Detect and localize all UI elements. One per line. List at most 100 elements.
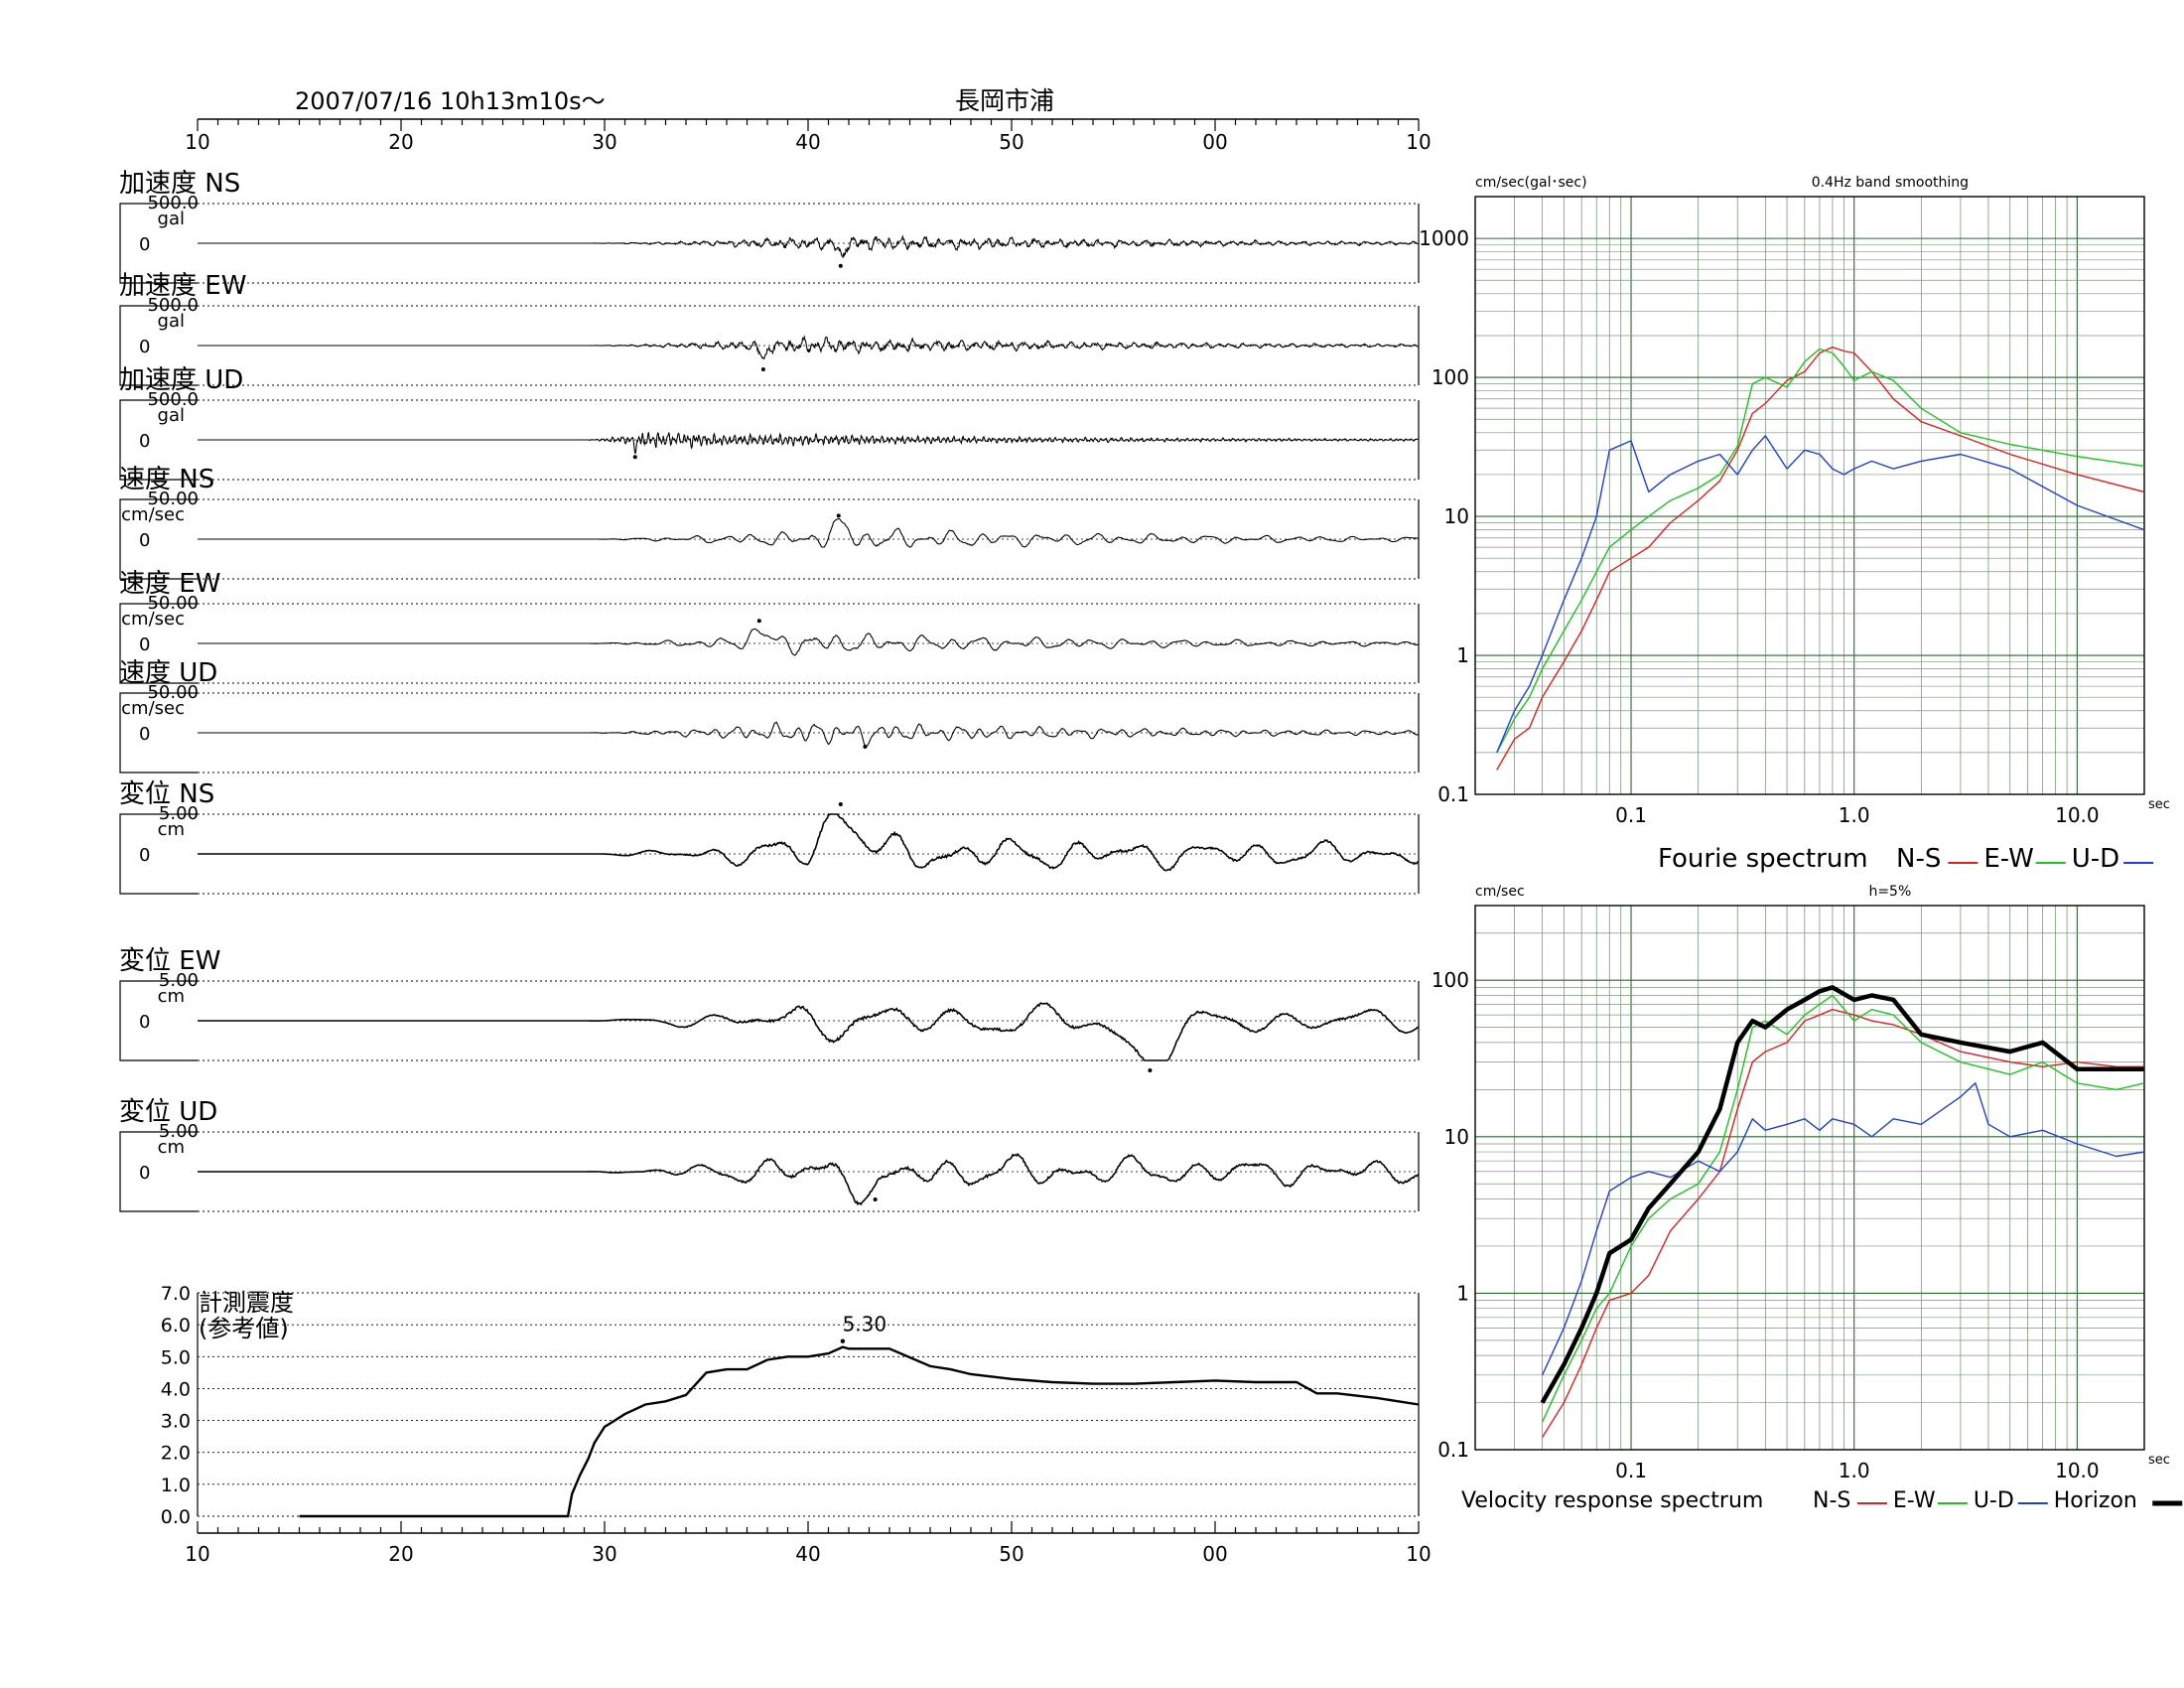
top-axis-tick-label: 00 (1202, 130, 1227, 154)
panel-zero-label: 0 (139, 1012, 150, 1033)
intensity-tick-label: 0.0 (161, 1506, 191, 1528)
waveform-trace (198, 1002, 1420, 1061)
spectrum-x-unit: sec (2148, 1453, 2170, 1468)
peak-marker (836, 513, 841, 518)
panel-zero-label: 0 (139, 845, 150, 866)
intensity-tick-label: 7.0 (161, 1283, 191, 1305)
spectrum-y-tick-label: 0.1 (1437, 782, 1469, 806)
waveform-trace (198, 517, 1420, 548)
waveform-panel: 速度 EW50.00cm/sec0 (119, 569, 1420, 684)
top-axis-tick-label: 30 (592, 130, 616, 154)
waveform-trace (198, 812, 1420, 872)
legend-label: U-D (1974, 1488, 2014, 1513)
top-time-axis: 10 20 30 40 50 00 10 (185, 118, 1432, 154)
panel-zero-label: 0 (139, 1163, 150, 1184)
spectrum-y-tick-label: 10 (1444, 1125, 1469, 1149)
waveform-panel: 変位 EW5.00cm0 (119, 946, 1420, 1072)
spectrum-y-tick-label: 10 (1444, 504, 1469, 528)
panel-unit-label: cm (158, 819, 185, 840)
spectrum-y-tick-label: 100 (1432, 365, 1469, 389)
spectrum-ylabel: cm/sec(gal･sec) (1475, 175, 1587, 191)
top-axis-tick-label: 10 (185, 130, 209, 154)
waveform-trace (198, 628, 1419, 656)
spectrum-title: Fourie spectrum (1658, 844, 1868, 874)
spectrum-x-unit: sec (2148, 797, 2170, 812)
header-datetime: 2007/07/16 10h13m10s～ (295, 87, 606, 115)
panel-unit-label: cm (158, 1137, 185, 1158)
peak-marker (760, 367, 765, 371)
bottom-axis-tick-label: 20 (388, 1542, 413, 1566)
seismic-figure: 2007/07/16 10h13m10s～ 長岡市浦 10 20 30 40 50 00 1… (119, 86, 2183, 1566)
waveform-trace (198, 335, 1419, 360)
spectrum-frame (1474, 196, 2145, 795)
legend-label: E-W (1893, 1488, 1936, 1513)
spectrum-x-tick-label: 0.1 (1615, 1459, 1647, 1482)
intensity-tick-label: 2.0 (161, 1443, 191, 1465)
panel-zero-label: 0 (139, 724, 150, 745)
bottom-axis-tick-label: 40 (795, 1542, 820, 1566)
panel-zero-label: 0 (139, 634, 150, 655)
peak-marker (632, 455, 637, 460)
panel-unit-label: cm/sec (121, 698, 185, 719)
spectrum-series-line (1496, 435, 2145, 754)
panel-unit-label: cm/sec (121, 504, 185, 525)
panel-zero-label: 0 (139, 431, 150, 452)
spectrum-x-tick-label: 10.0 (2055, 1459, 2100, 1482)
panel-unit-label: gal (158, 311, 185, 332)
spectrum-y-tick-label: 0.1 (1437, 1438, 1469, 1462)
peak-marker (873, 1197, 878, 1201)
peak-marker (838, 263, 843, 268)
panel-zero-label: 0 (139, 234, 150, 255)
spectrum-y-tick-label: 100 (1432, 968, 1469, 992)
fourier-spectrum-panel: 0.1 1.0 10.0 1000 100 10 1 0.1 sec cm/sec(gal･sec… (1419, 175, 2170, 874)
bottom-axis-tick-label: 50 (999, 1542, 1024, 1566)
response-spectrum-panel: 0.1 1.0 10.0 100 10 1 0.1 sec cm/sec h=5% Velocity… (1432, 884, 2183, 1513)
intensity-panel: 7.0 6.0 5.0 4.0 3.0 2.0 1.0 0.0 計測震度(参考値) 5.30 (161, 1283, 1420, 1528)
waveform-trace (198, 721, 1420, 748)
top-axis-tick-label: 50 (999, 130, 1024, 154)
bottom-axis-tick-label: 10 (1406, 1542, 1431, 1566)
panel-unit-label: cm (158, 986, 185, 1007)
spectrum-y-tick-label: 1 (1456, 643, 1469, 667)
panel-zero-label: 0 (139, 530, 150, 551)
top-axis-tick-label: 40 (795, 130, 820, 154)
spectrum-x-tick-label: 1.0 (1839, 1459, 1870, 1482)
spectrum-y-tick-label: 1 (1456, 1281, 1469, 1305)
legend-label: N-S (1896, 844, 1941, 874)
panel-zero-label: 0 (139, 337, 150, 357)
spectrum-series-line (1542, 1009, 2144, 1438)
bottom-axis-tick-label: 30 (592, 1542, 616, 1566)
waveform-panels: 加速度 NS500.0gal0加速度 EW500.0gal0加速度 UD500.… (119, 169, 1420, 1212)
waveform-trace (198, 431, 1419, 455)
spectrum-note: 0.4Hz band smoothing (1812, 175, 1969, 191)
waveform-panel: 変位 NS5.00cm0 (119, 779, 1420, 895)
peak-marker (1148, 1068, 1153, 1072)
waveform-panel: 加速度 NS500.0gal0 (119, 169, 1420, 284)
waveform-panel: 速度 NS50.00cm/sec0 (119, 465, 1420, 580)
panel-unit-label: gal (158, 405, 185, 426)
bottom-axis-tick-label: 00 (1202, 1542, 1227, 1566)
intensity-line (299, 1345, 1420, 1518)
spectrum-series-line (1541, 1082, 2145, 1376)
intensity-ylabel-line: 計測震度 (199, 1289, 294, 1317)
intensity-peak-label: 5.30 (843, 1313, 887, 1336)
intensity-ylabel: 計測震度(参考値) (199, 1289, 294, 1342)
spectrum-ylabel: cm/sec (1475, 884, 1525, 900)
spectrum-series-line (1541, 994, 2145, 1423)
top-axis-tick-label: 20 (388, 130, 413, 154)
peak-marker (756, 619, 761, 624)
peak-marker (863, 745, 868, 749)
spectrum-note: h=5% (1868, 884, 1911, 900)
legend-label: U-D (2072, 844, 2119, 874)
header-station: 長岡市浦 (955, 86, 1054, 115)
legend-label: N-S (1813, 1488, 1850, 1513)
intensity-tick-label: 3.0 (161, 1411, 191, 1433)
peak-marker (838, 802, 843, 806)
waveform-panel: 加速度 UD500.0gal0 (119, 365, 1420, 481)
waveform-panel: 速度 UD50.00cm/sec0 (119, 658, 1420, 774)
waveform-trace (198, 1153, 1420, 1206)
intensity-ylabel-line: (参考値) (199, 1315, 289, 1342)
intensity-tick-label: 5.0 (161, 1346, 191, 1368)
panel-unit-label: gal (158, 209, 185, 229)
spectrum-x-tick-label: 0.1 (1615, 803, 1647, 827)
